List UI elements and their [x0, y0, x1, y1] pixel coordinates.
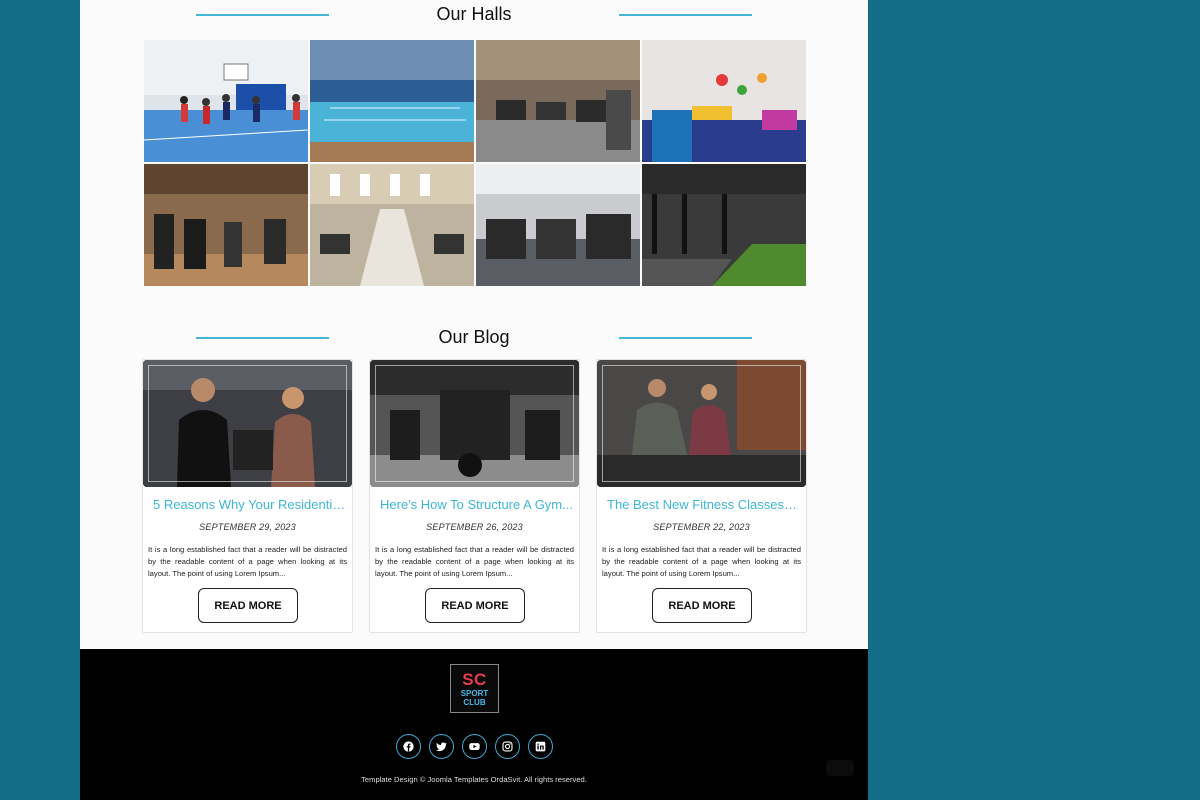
- blog-post-excerpt: It is a long established fact that a rea…: [602, 545, 801, 578]
- sport-club-logo[interactable]: SC SPORT CLUB: [450, 664, 499, 713]
- blog-post-excerpt: It is a long established fact that a rea…: [375, 545, 574, 578]
- hall-image-strength[interactable]: [476, 164, 640, 286]
- image-frame: [602, 365, 801, 482]
- hall-image-cardio[interactable]: [144, 164, 308, 286]
- hall-image-weights[interactable]: [310, 164, 474, 286]
- blog-post-excerpt: It is a long established fact that a rea…: [148, 545, 347, 578]
- logo-monogram: SC: [462, 670, 487, 689]
- blog-post-date: SEPTEMBER 26, 2023: [426, 522, 523, 532]
- blog-post-title[interactable]: Here's How To Structure A Gym...: [380, 497, 573, 512]
- blog-card-image[interactable]: [370, 360, 579, 487]
- facebook-icon[interactable]: [396, 734, 421, 759]
- instagram-icon[interactable]: [495, 734, 520, 759]
- read-more-button[interactable]: READ MORE: [652, 588, 752, 623]
- read-more-button[interactable]: READ MORE: [198, 588, 298, 623]
- scroll-to-top-button[interactable]: [826, 760, 854, 776]
- blog-post-date: SEPTEMBER 22, 2023: [653, 522, 750, 532]
- blog-section-header: Our Blog: [80, 323, 868, 351]
- blog-post-title[interactable]: 5 Reasons Why Your Residential...: [153, 497, 346, 512]
- title-divider-left: [196, 14, 329, 16]
- halls-gallery: [144, 40, 806, 287]
- hall-image-functional[interactable]: [642, 164, 806, 286]
- hall-image-basketball[interactable]: [144, 40, 308, 162]
- social-links: [396, 734, 553, 759]
- image-frame: [148, 365, 347, 482]
- halls-section-header: Our Halls: [80, 0, 868, 28]
- footer: SC SPORT CLUB Template Design © Joomla T…: [80, 649, 868, 800]
- blog-post-date: SEPTEMBER 29, 2023: [199, 522, 296, 532]
- hall-image-treadmills[interactable]: [476, 40, 640, 162]
- blog-card-image[interactable]: [143, 360, 352, 487]
- blog-card: 5 Reasons Why Your Residential... SEPTEM…: [142, 359, 353, 633]
- hall-image-pool[interactable]: [310, 40, 474, 162]
- logo-text-line2: CLUB: [463, 698, 486, 707]
- copyright-text: Template Design © Joomla Templates OrdaS…: [361, 775, 587, 784]
- blog-post-title[interactable]: The Best New Fitness Classes T...: [607, 497, 800, 512]
- title-divider-right: [619, 14, 752, 16]
- blog-card: The Best New Fitness Classes T... SEPTEM…: [596, 359, 807, 633]
- title-divider-right: [619, 337, 752, 339]
- title-divider-left: [196, 337, 329, 339]
- image-frame: [375, 365, 574, 482]
- page-content: Our Halls Our Blog 5 Reasons Why Your Re…: [80, 0, 868, 800]
- youtube-icon[interactable]: [462, 734, 487, 759]
- blog-list: 5 Reasons Why Your Residential... SEPTEM…: [142, 359, 807, 634]
- logo-text-line1: SPORT: [460, 689, 489, 698]
- hall-image-playroom[interactable]: [642, 40, 806, 162]
- read-more-button[interactable]: READ MORE: [425, 588, 525, 623]
- linkedin-icon[interactable]: [528, 734, 553, 759]
- blog-card-image[interactable]: [597, 360, 806, 487]
- blog-card: Here's How To Structure A Gym... SEPTEMB…: [369, 359, 580, 633]
- twitter-icon[interactable]: [429, 734, 454, 759]
